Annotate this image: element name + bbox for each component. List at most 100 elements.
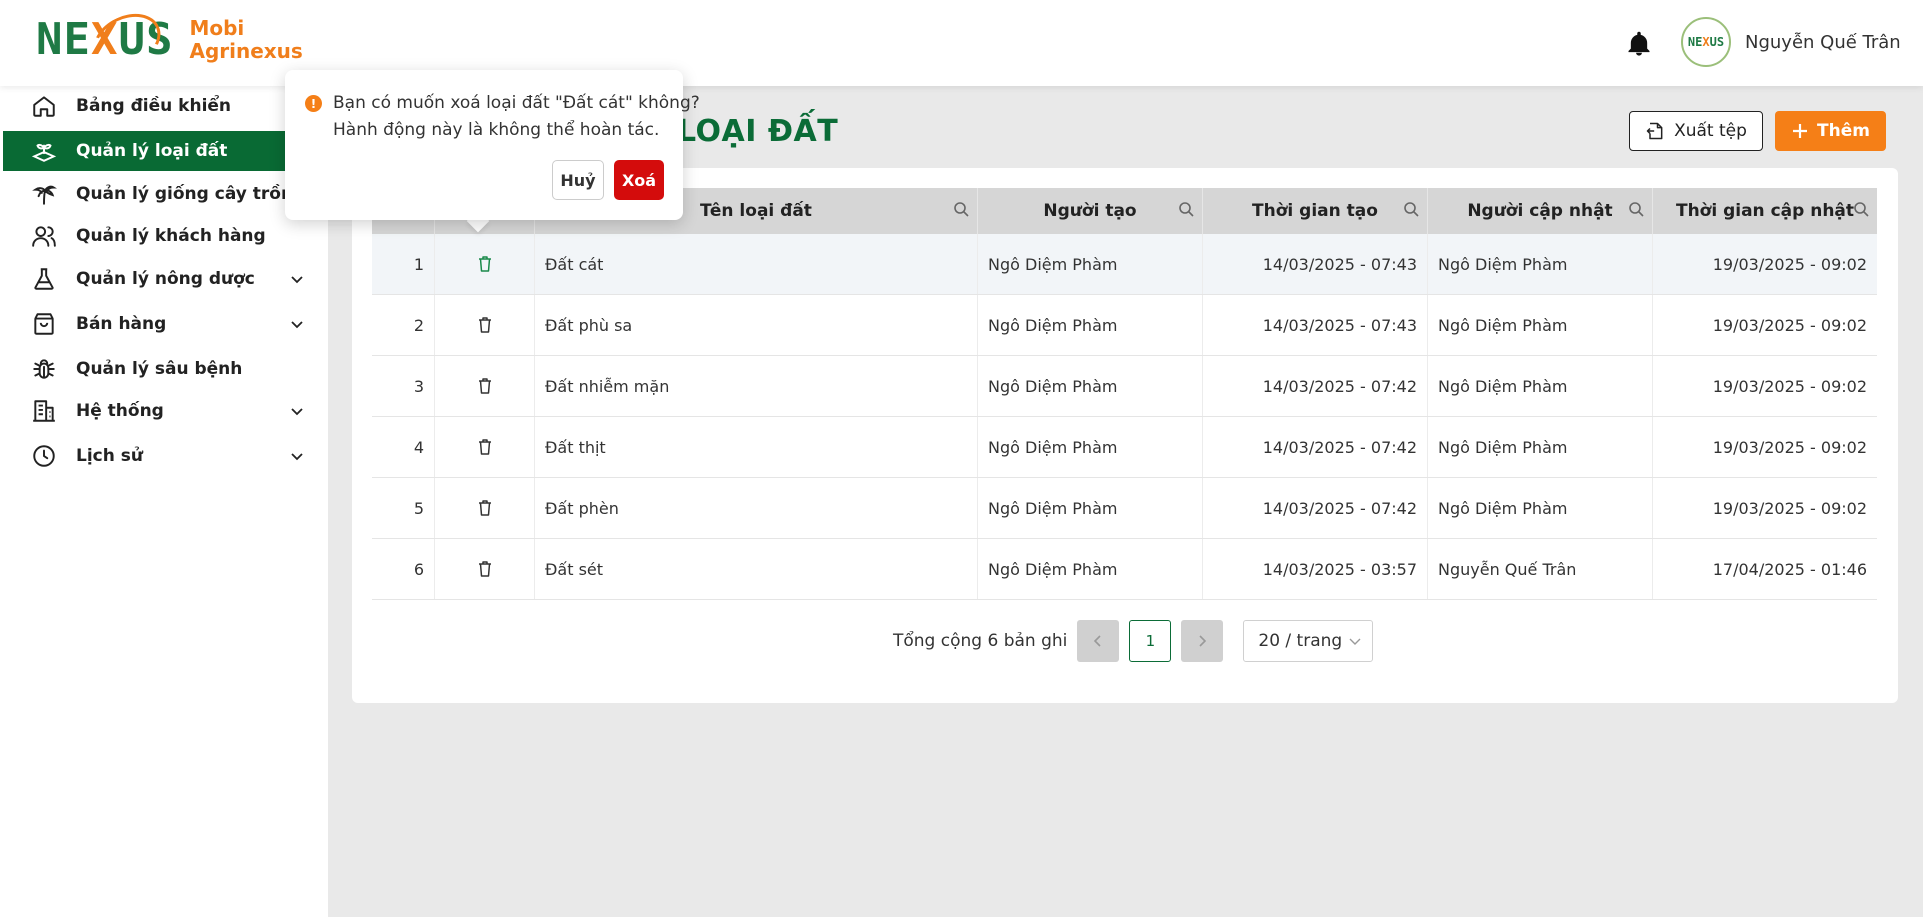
user-name: Nguyễn Quế Trân bbox=[1745, 31, 1901, 53]
trash-icon[interactable] bbox=[476, 377, 494, 395]
table-row[interactable]: 4 Đất thịt Ngô Diệm Phàm 14/03/2025 - 07… bbox=[372, 417, 1877, 478]
column-header-created-time[interactable]: Thời gian tạo bbox=[1203, 188, 1428, 234]
cell-updated-time: 19/03/2025 - 09:02 bbox=[1712, 254, 1867, 274]
shopping-bag-icon bbox=[34, 313, 54, 335]
notification-bell-icon[interactable] bbox=[1625, 29, 1653, 59]
chevron-down-icon bbox=[291, 276, 303, 284]
add-button[interactable]: Thêm bbox=[1775, 111, 1886, 151]
row-actions bbox=[435, 234, 535, 294]
cell-created-time: 14/03/2025 - 07:42 bbox=[1203, 356, 1428, 416]
column-header-creator[interactable]: Người tạo bbox=[978, 188, 1203, 234]
chevron-down-icon bbox=[1349, 638, 1361, 645]
cell-created-time: 14/03/2025 - 03:57 bbox=[1203, 539, 1428, 599]
confirm-warning: Hành động này là không thể hoàn tác. bbox=[333, 120, 660, 140]
cell-creator: Ngô Diệm Phàm bbox=[978, 478, 1203, 538]
cell-created-time: 14/03/2025 - 07:42 bbox=[1203, 478, 1428, 538]
cell-name: Đất thịt bbox=[535, 417, 978, 477]
avatar: NE X US bbox=[1681, 17, 1731, 67]
building-icon bbox=[33, 400, 55, 422]
cell-created-time: 14/03/2025 - 07:43 bbox=[1203, 234, 1428, 294]
cell-creator: Ngô Diệm Phàm bbox=[978, 234, 1203, 294]
cell-creator: Ngô Diệm Phàm bbox=[978, 356, 1203, 416]
chevron-down-icon bbox=[291, 408, 303, 416]
column-header-updater[interactable]: Người cập nhật bbox=[1428, 188, 1653, 234]
prev-page-button[interactable] bbox=[1077, 620, 1120, 662]
brand-name: Mobi Agrinexus bbox=[189, 15, 303, 63]
sidebar-item-pesticides[interactable]: Quản lý nông dược bbox=[3, 259, 325, 299]
cell-creator: Ngô Diệm Phàm bbox=[978, 539, 1203, 599]
cell-created-time: 14/03/2025 - 07:43 bbox=[1203, 295, 1428, 355]
table-row[interactable]: 5 Đất phèn Ngô Diệm Phàm 14/03/2025 - 07… bbox=[372, 478, 1877, 539]
export-button[interactable]: Xuất tệp bbox=[1629, 111, 1763, 151]
sidebar-item-history[interactable]: Lịch sử bbox=[3, 436, 325, 476]
brand-logo[interactable]: NEXUS Mobi Agrinexus bbox=[36, 3, 303, 79]
home-icon bbox=[33, 96, 55, 117]
clock-icon bbox=[33, 445, 55, 467]
next-page-button[interactable] bbox=[1181, 620, 1224, 662]
cell-updated-time: 17/04/2025 - 01:46 bbox=[1712, 559, 1867, 579]
trash-icon[interactable] bbox=[476, 316, 494, 334]
search-icon[interactable] bbox=[1178, 201, 1194, 217]
sidebar-item-dashboard[interactable]: Bảng điều khiển bbox=[3, 86, 325, 126]
trash-icon[interactable] bbox=[476, 560, 494, 578]
table-row[interactable]: 1 Đất cát Ngô Diệm Phàm 14/03/2025 - 07:… bbox=[372, 234, 1877, 295]
cell-name: Đất phù sa bbox=[535, 295, 978, 355]
pagination: Tổng cộng 6 bản ghi 1 20 / trang bbox=[893, 620, 1374, 662]
search-icon[interactable] bbox=[1853, 201, 1869, 217]
search-icon[interactable] bbox=[1403, 201, 1419, 217]
row-number: 1 bbox=[372, 234, 435, 294]
cancel-button[interactable]: Huỷ bbox=[552, 160, 604, 200]
cell-updated-time: 19/03/2025 - 09:02 bbox=[1712, 376, 1867, 396]
cell-updated-time: 19/03/2025 - 09:02 bbox=[1712, 315, 1867, 335]
sidebar-item-sales[interactable]: Bán hàng bbox=[3, 304, 325, 344]
table-row[interactable]: 2 Đất phù sa Ngô Diệm Phàm 14/03/2025 - … bbox=[372, 295, 1877, 356]
cell-updater: Nguyễn Quế Trân bbox=[1428, 539, 1653, 599]
cell-updater: Ngô Diệm Phàm bbox=[1428, 417, 1653, 477]
cell-updated-time: 19/03/2025 - 09:02 bbox=[1712, 437, 1867, 457]
chevron-right-icon bbox=[1199, 635, 1207, 647]
soil-sprout-icon bbox=[31, 143, 57, 162]
sidebar-item-pests[interactable]: Quản lý sâu bệnh bbox=[3, 349, 325, 389]
table-row[interactable]: 6 Đất sét Ngô Diệm Phàm 14/03/2025 - 03:… bbox=[372, 539, 1877, 600]
file-export-icon bbox=[1646, 122, 1663, 140]
table-row[interactable]: 3 Đất nhiễm mặn Ngô Diệm Phàm 14/03/2025… bbox=[372, 356, 1877, 417]
plus-icon bbox=[1793, 124, 1808, 138]
search-icon[interactable] bbox=[1628, 201, 1644, 217]
row-number: 6 bbox=[372, 539, 435, 599]
sidebar-item-crop-varieties[interactable]: Quản lý giống cây trồng bbox=[3, 174, 325, 214]
trash-icon[interactable] bbox=[476, 438, 494, 456]
page-title: LOẠI ĐẤT bbox=[677, 114, 839, 149]
confirm-delete-button[interactable]: Xoá bbox=[614, 160, 664, 200]
search-icon[interactable] bbox=[953, 201, 969, 217]
row-actions bbox=[435, 417, 535, 477]
cell-creator: Ngô Diệm Phàm bbox=[978, 417, 1203, 477]
bug-icon bbox=[33, 359, 55, 379]
cell-updater: Ngô Diệm Phàm bbox=[1428, 295, 1653, 355]
trash-icon[interactable] bbox=[476, 499, 494, 517]
chevron-down-icon bbox=[291, 453, 303, 461]
cell-updater: Ngô Diệm Phàm bbox=[1428, 356, 1653, 416]
flask-icon bbox=[34, 268, 54, 290]
sidebar: Bảng điều khiển Quản lý loại đất Quản lý… bbox=[0, 86, 328, 917]
warning-icon: ! bbox=[305, 95, 322, 112]
cell-created-time: 14/03/2025 - 07:42 bbox=[1203, 417, 1428, 477]
page-number[interactable]: 1 bbox=[1129, 620, 1172, 662]
palm-tree-icon bbox=[32, 185, 57, 205]
cell-name: Đất nhiễm mặn bbox=[535, 356, 978, 416]
cell-updated-time: 19/03/2025 - 09:02 bbox=[1712, 498, 1867, 518]
soil-types-table: Tên loại đất Người tạo Thời gian tạo Ngư… bbox=[372, 188, 1877, 600]
sidebar-item-system[interactable]: Hệ thống bbox=[3, 391, 325, 431]
cell-updater: Ngô Diệm Phàm bbox=[1428, 234, 1653, 294]
row-actions bbox=[435, 539, 535, 599]
chevron-left-icon bbox=[1094, 635, 1101, 647]
cell-name: Đất phèn bbox=[535, 478, 978, 538]
sidebar-item-customers[interactable]: Quản lý khách hàng bbox=[3, 216, 325, 256]
row-actions bbox=[435, 478, 535, 538]
delete-confirm-popover: ! Bạn có muốn xoá loại đất "Đất cát" khô… bbox=[285, 70, 700, 220]
row-number: 2 bbox=[372, 295, 435, 355]
page-size-select[interactable]: 20 / trang bbox=[1243, 620, 1374, 662]
sidebar-item-soil-types[interactable]: Quản lý loại đất bbox=[3, 131, 325, 171]
user-menu[interactable]: NE X US Nguyễn Quế Trân bbox=[1681, 17, 1901, 67]
column-header-updated-time[interactable]: Thời gian cập nhật bbox=[1653, 188, 1877, 234]
trash-icon[interactable] bbox=[476, 255, 494, 273]
